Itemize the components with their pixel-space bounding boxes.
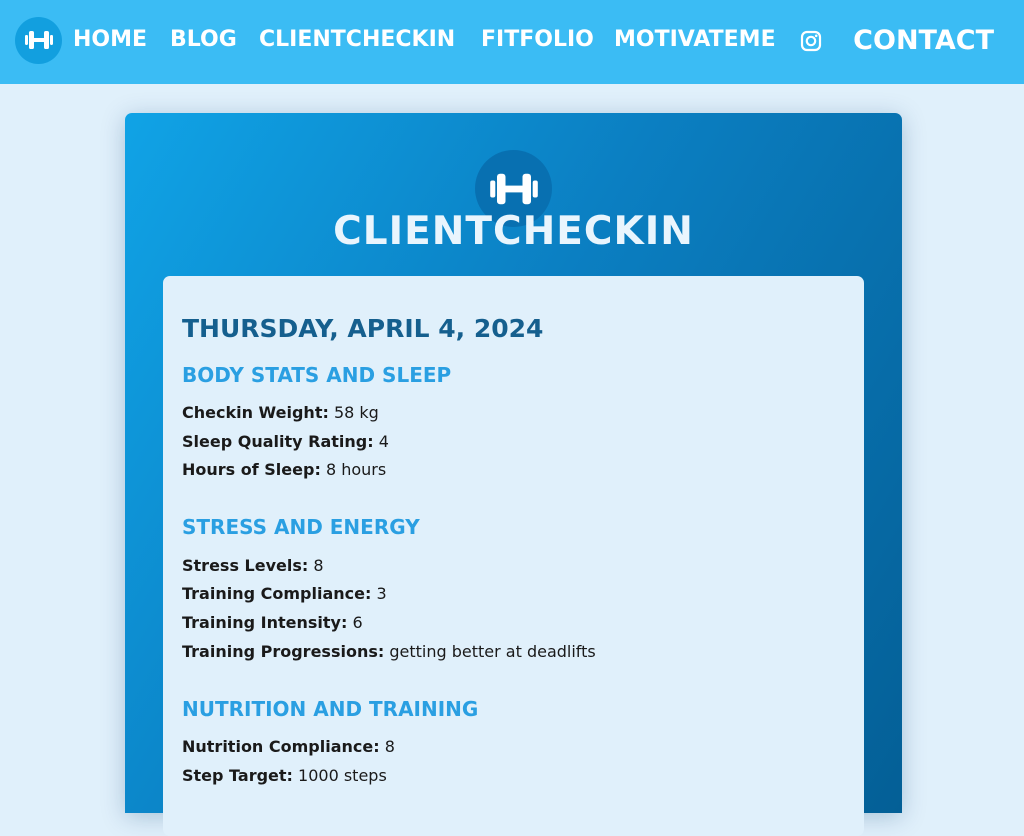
dumbbell-icon <box>25 31 53 49</box>
row-step-target: Step Target: 1000 steps <box>182 765 387 787</box>
row-training-progressions: Training Progressions: getting better at… <box>182 641 596 663</box>
row-value: getting better at deadlifts <box>389 642 596 661</box>
dumbbell-icon <box>490 173 538 205</box>
row-label: Training Progressions: <box>182 642 385 661</box>
row-value: 4 <box>378 432 389 451</box>
section-title-body-stats: BODY STATS AND SLEEP <box>182 363 452 387</box>
checkin-card: CLIENTCHECKIN THURSDAY, APRIL 4, 2024 BO… <box>125 113 902 836</box>
row-label: Nutrition Compliance: <box>182 737 380 756</box>
nav-link-motivateme[interactable]: MOTIVATEME <box>614 26 776 54</box>
row-value: 1000 steps <box>298 766 387 785</box>
instagram-icon[interactable] <box>800 30 822 52</box>
row-value: 8 hours <box>325 460 387 479</box>
row-checkin-weight: Checkin Weight: 58 kg <box>182 402 379 424</box>
nav-link-fitfolio[interactable]: FITFOLIO <box>481 26 594 54</box>
row-label: Training Compliance: <box>182 584 372 603</box>
row-label: Hours of Sleep: <box>182 460 321 479</box>
section-title-nutrition-training: NUTRITION AND TRAINING <box>182 697 479 721</box>
row-value: 8 <box>384 737 395 756</box>
row-nutrition-compliance: Nutrition Compliance: 8 <box>182 736 395 758</box>
nav-link-clientcheckin[interactable]: CLIENTCHECKIN <box>259 26 455 54</box>
row-value: 58 kg <box>333 403 379 422</box>
row-hours-of-sleep: Hours of Sleep: 8 hours <box>182 459 386 481</box>
card-title: CLIENTCHECKIN <box>333 209 694 254</box>
row-value: 8 <box>313 556 324 575</box>
nav-link-blog[interactable]: BLOG <box>170 26 237 54</box>
row-label: Step Target: <box>182 766 293 785</box>
row-label: Sleep Quality Rating: <box>182 432 374 451</box>
row-value: 3 <box>376 584 387 603</box>
section-title-stress-energy: STRESS AND ENERGY <box>182 515 420 539</box>
row-value: 6 <box>352 613 363 632</box>
row-training-intensity: Training Intensity: 6 <box>182 612 363 634</box>
checkin-details-panel: THURSDAY, APRIL 4, 2024 BODY STATS AND S… <box>163 276 864 836</box>
row-stress-levels: Stress Levels: 8 <box>182 555 324 577</box>
row-label: Checkin Weight: <box>182 403 329 422</box>
nav-link-home[interactable]: HOME <box>73 26 147 54</box>
row-sleep-quality: Sleep Quality Rating: 4 <box>182 431 389 453</box>
checkin-date: THURSDAY, APRIL 4, 2024 <box>182 314 544 343</box>
home-logo-link[interactable] <box>15 17 62 64</box>
nav-link-contact[interactable]: CONTACT <box>853 24 994 58</box>
row-training-compliance: Training Compliance: 3 <box>182 583 387 605</box>
row-label: Stress Levels: <box>182 556 309 575</box>
row-label: Training Intensity: <box>182 613 348 632</box>
top-navbar: HOME BLOG CLIENTCHECKIN FITFOLIO MOTIVAT… <box>0 0 1024 84</box>
